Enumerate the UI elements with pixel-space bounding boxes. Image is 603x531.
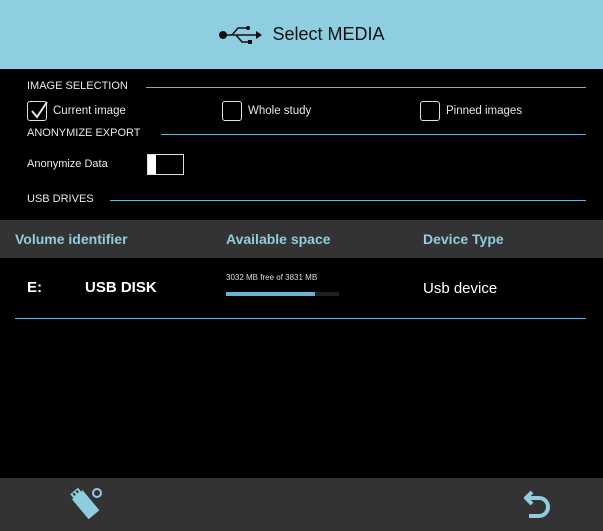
checkbox-pinned-images[interactable] xyxy=(420,101,440,121)
current-image-label: Current image xyxy=(53,105,126,117)
divider xyxy=(161,134,586,135)
whole-study-option[interactable]: Whole study xyxy=(222,101,311,121)
pinned-images-label: Pinned images xyxy=(446,105,523,117)
column-available-space: Available space xyxy=(226,231,331,247)
checkmark-icon xyxy=(31,101,48,119)
current-image-option[interactable]: Current image xyxy=(27,101,126,121)
checkbox-current-image[interactable] xyxy=(27,101,48,121)
whole-study-label: Whole study xyxy=(248,105,312,117)
volume-name: USB DISK xyxy=(85,279,157,296)
checkbox-whole-study[interactable] xyxy=(222,101,242,121)
space-progress-fill xyxy=(226,292,316,296)
table-row[interactable]: E: USB DISK 3032 MB free of 3831 MB Usb … xyxy=(0,258,603,318)
column-volume-identifier: Volume identifier xyxy=(15,231,128,247)
usb-eject-icon[interactable] xyxy=(66,486,104,522)
row-divider xyxy=(15,318,586,319)
image-selection-label: IMAGE SELECTION xyxy=(27,80,128,92)
pinned-images-option[interactable]: Pinned images xyxy=(420,101,522,121)
device-type: Usb device xyxy=(423,280,498,297)
table-header: Volume identifier Available space Device… xyxy=(0,220,603,258)
anonymize-export-label: ANONYMIZE EXPORT xyxy=(27,127,141,139)
back-arrow-icon[interactable] xyxy=(524,488,552,520)
space-text: 3032 MB free of 3831 MB xyxy=(226,273,318,282)
page-title: Select MEDIA xyxy=(272,24,385,44)
column-device-type: Device Type xyxy=(423,231,504,247)
anonymize-toggle[interactable] xyxy=(147,154,184,175)
toggle-knob xyxy=(148,155,156,174)
header-bar: Select MEDIA xyxy=(0,0,603,69)
usb-icon xyxy=(219,25,263,44)
anonymize-data-label: Anonymize Data xyxy=(27,158,108,170)
footer-bar xyxy=(0,478,603,531)
space-progress-bar xyxy=(226,292,339,296)
divider xyxy=(146,87,586,88)
drive-letter: E: xyxy=(27,279,42,296)
usb-drives-label: USB DRIVES xyxy=(27,193,94,205)
divider xyxy=(110,200,586,201)
